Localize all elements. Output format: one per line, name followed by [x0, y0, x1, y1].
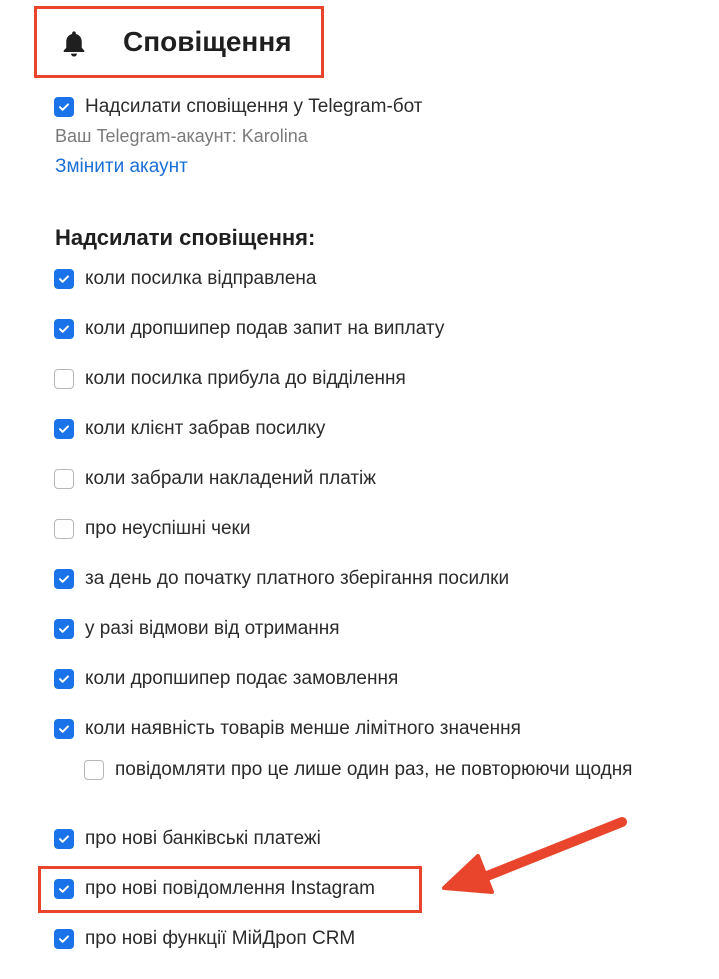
notification-item-label: коли клієнт забрав посилку [85, 418, 326, 439]
notification-item-label: коли посилка відправлена [85, 268, 317, 289]
telegram-bot-checkbox-row[interactable]: Надсилати сповіщення у Telegram-бот [54, 95, 423, 119]
checkmark-icon [59, 625, 69, 633]
notification-item-parcel-arrived[interactable]: коли посилка прибула до відділення [54, 367, 406, 391]
section-title: Надсилати сповіщення: [55, 225, 316, 250]
notification-item-label: за день до початку платного зберігання п… [85, 568, 510, 589]
notification-item-bank-payments[interactable]: про нові банківські платежі [54, 827, 321, 851]
checkmark-icon [59, 675, 69, 683]
notification-item-label: про нові функції МійДроп CRM [85, 928, 356, 949]
checkmark-icon [59, 425, 69, 433]
checkmark-icon [59, 275, 69, 283]
telegram-account-text: Ваш Telegram-акаунт: Karolina [55, 126, 308, 146]
instagram-highlight-box [38, 866, 422, 913]
notification-item-notify-once[interactable]: повідомляти про це лише один раз, не пов… [84, 758, 632, 782]
checkbox[interactable] [54, 669, 74, 689]
notification-item-label: коли забрали накладений платіж [85, 468, 376, 489]
telegram-bot-label: Надсилати сповіщення у Telegram-бот [85, 96, 423, 117]
notification-item-parcel-sent[interactable]: коли посилка відправлена [54, 267, 316, 291]
checkbox[interactable] [54, 569, 74, 589]
checkbox[interactable] [54, 719, 74, 739]
change-account-link[interactable]: Змінити акаунт [55, 156, 188, 178]
notification-item-label: повідомляти про це лише один раз, не пов… [115, 759, 633, 780]
checkmark-icon [59, 935, 69, 943]
notification-item-payout-request[interactable]: коли дропшипер подав запит на виплату [54, 317, 444, 341]
notification-item-failed-receipts[interactable]: про неуспішні чеки [54, 517, 250, 541]
checkmark-icon [59, 325, 69, 333]
notification-item-dropshipper-order[interactable]: коли дропшипер подає замовлення [54, 667, 398, 691]
annotation-arrow-icon [442, 817, 627, 894]
notification-item-refusal[interactable]: у разі відмови від отримання [54, 617, 340, 641]
notification-item-label: коли наявність товарів менше лімітного з… [85, 718, 521, 739]
checkbox[interactable] [54, 619, 74, 639]
page-title: Сповіщення [123, 26, 292, 57]
notification-item-new-features[interactable]: про нові функції МійДроп CRM [54, 927, 355, 951]
checkbox[interactable] [54, 829, 74, 849]
notification-item-label: у разі відмови від отримання [85, 618, 340, 639]
notification-item-cod-collected[interactable]: коли забрали накладений платіж [54, 467, 376, 491]
bell-icon [63, 31, 85, 57]
notification-item-label: про нові банківські платежі [85, 828, 321, 849]
checkbox[interactable] [54, 319, 74, 339]
checkbox[interactable] [54, 419, 74, 439]
checkbox[interactable] [54, 929, 74, 949]
checkbox[interactable] [54, 269, 74, 289]
checkbox[interactable] [54, 519, 74, 539]
checkbox[interactable] [54, 469, 74, 489]
checkmark-icon [59, 725, 69, 733]
notification-item-label: коли посилка прибула до відділення [85, 368, 406, 389]
notification-item-paid-storage[interactable]: за день до початку платного зберігання п… [54, 567, 509, 591]
checkbox[interactable] [84, 760, 104, 780]
notification-item-label: коли дропшипер подав запит на виплату [85, 318, 445, 339]
telegram-bot-checkbox[interactable] [54, 97, 74, 117]
checkmark-icon [59, 103, 69, 111]
notification-item-label: коли дропшипер подає замовлення [85, 668, 399, 689]
notification-item-parcel-picked-up[interactable]: коли клієнт забрав посилку [54, 417, 325, 441]
checkmark-icon [59, 575, 69, 583]
notification-item-label: про неуспішні чеки [85, 518, 251, 539]
checkbox[interactable] [54, 369, 74, 389]
notification-item-low-stock[interactable]: коли наявність товарів менше лімітного з… [54, 717, 521, 741]
checkmark-icon [59, 835, 69, 843]
